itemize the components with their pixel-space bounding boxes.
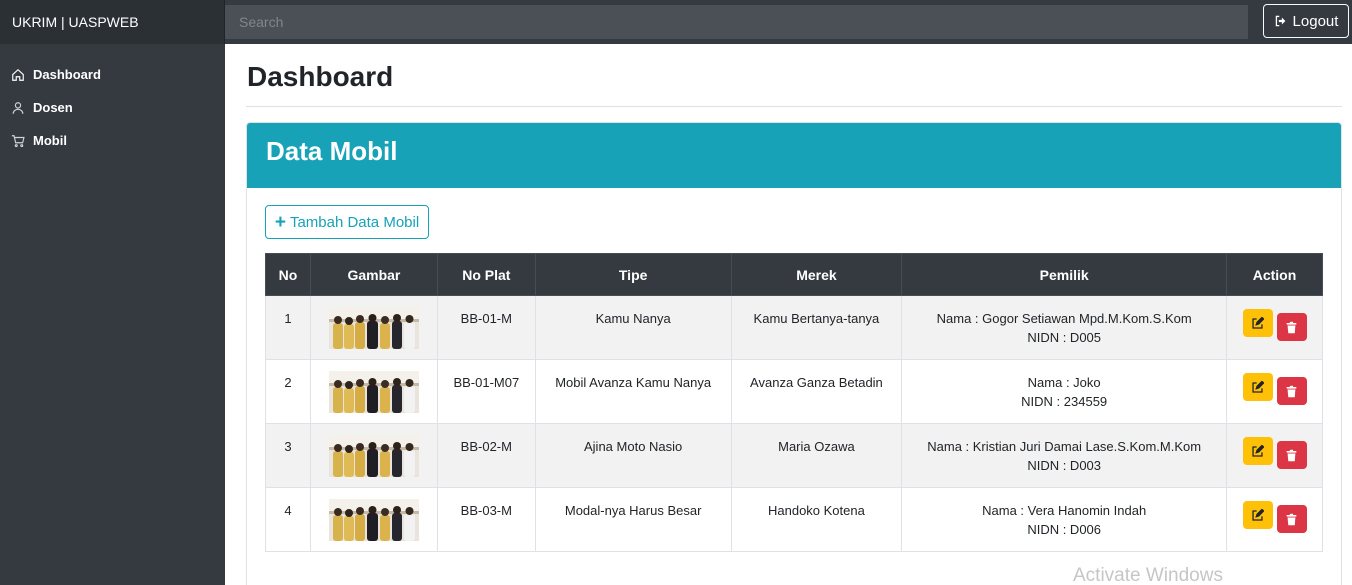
search-input[interactable]: [225, 5, 1248, 39]
cell-action: [1226, 423, 1323, 488]
cell-pemilik: Nama : Joko NIDN : 234559: [901, 359, 1227, 424]
edit-icon: [1252, 444, 1264, 457]
cell-action: [1226, 359, 1323, 424]
cell-no-plat: BB-02-M: [436, 423, 536, 488]
windows-activation-watermark: Activate Windows: [1073, 565, 1223, 585]
cart-icon: [11, 134, 25, 147]
delete-button[interactable]: [1276, 441, 1307, 469]
add-mobil-label: Tambah Data Mobil: [289, 213, 420, 231]
column-header-no-plat: No Plat: [436, 253, 536, 296]
sidebar-item-dosen[interactable]: Dosen: [0, 91, 225, 124]
user-icon: [12, 101, 24, 114]
sidebar-item-label: Dosen: [33, 100, 73, 115]
sidebar-item-label: Mobil: [33, 133, 67, 148]
column-header-merek: Merek: [730, 253, 903, 296]
sign-out-icon: [1275, 15, 1285, 27]
add-mobil-button[interactable]: + Tambah Data Mobil: [265, 205, 429, 239]
car-photo-thumbnail[interactable]: [328, 435, 419, 477]
plus-icon: +: [274, 211, 286, 233]
row-actions: [1227, 437, 1322, 469]
cell-pemilik: Nama : Vera Hanomin Indah NIDN : D006: [901, 487, 1227, 552]
trash-icon: [1286, 449, 1297, 461]
cell-no-plat: BB-01-M07: [436, 359, 536, 424]
edit-button[interactable]: [1242, 309, 1273, 337]
car-photo-thumbnail[interactable]: [328, 499, 419, 541]
mobil-table: No Gambar No Plat Tipe Merek Pemilik Act…: [265, 253, 1323, 552]
table-row: 3 BB-02-M Ajina Moto Nasio Maria Ozawa N…: [265, 423, 1323, 488]
row-actions: [1227, 309, 1322, 341]
edit-icon: [1252, 316, 1264, 329]
edit-button[interactable]: [1242, 501, 1273, 529]
pemilik-nama: Nama : Kristian Juri Damai Lase.S.Kom.M.…: [927, 439, 1202, 454]
data-card: Data Mobil + Tambah Data Mobil No Gambar…: [246, 122, 1342, 585]
cell-no-plat: BB-01-M: [436, 295, 536, 360]
pemilik-nidn: NIDN : D006: [1027, 522, 1102, 537]
trash-icon: [1286, 513, 1297, 525]
column-header-tipe: Tipe: [534, 253, 732, 296]
cell-gambar: [309, 295, 438, 360]
cell-merek: Handoko Kotena: [730, 487, 903, 552]
cell-no: 1: [265, 295, 311, 360]
column-header-pemilik: Pemilik: [901, 253, 1227, 296]
edit-icon: [1252, 380, 1264, 393]
sidebar: Dashboard Dosen Mobil: [0, 44, 225, 585]
row-actions: [1227, 501, 1322, 533]
logout-label: Logout: [1292, 12, 1339, 30]
cell-no-plat: BB-03-M: [436, 487, 536, 552]
column-header-gambar: Gambar: [309, 253, 438, 296]
cell-action: [1226, 487, 1323, 552]
cell-no: 3: [265, 423, 311, 488]
edit-icon: [1252, 508, 1264, 521]
cell-tipe: Ajina Moto Nasio: [534, 423, 732, 488]
pemilik-nama: Nama : Vera Hanomin Indah: [982, 503, 1147, 518]
cell-merek: Maria Ozawa: [730, 423, 903, 488]
cell-tipe: Kamu Nanya: [534, 295, 732, 360]
logout-button[interactable]: Logout: [1263, 4, 1349, 38]
car-photo-thumbnail[interactable]: [328, 371, 419, 413]
cell-merek: Kamu Bertanya-tanya: [730, 295, 903, 360]
pemilik-nidn: NIDN : D005: [1027, 330, 1102, 345]
cell-no: 2: [265, 359, 311, 424]
column-header-no: No: [265, 253, 311, 296]
table-row: 4 BB-03-M Modal-nya Harus Besar Handoko …: [265, 487, 1323, 552]
cell-gambar: [309, 423, 438, 488]
sidebar-item-label: Dashboard: [33, 67, 101, 82]
home-icon: [12, 68, 24, 81]
car-photo-thumbnail[interactable]: [328, 307, 419, 349]
edit-button[interactable]: [1242, 437, 1273, 465]
column-header-action: Action: [1226, 253, 1323, 296]
pemilik-nidn: NIDN : 234559: [1021, 394, 1108, 409]
cell-pemilik: Nama : Kristian Juri Damai Lase.S.Kom.M.…: [901, 423, 1227, 488]
table-row: 2 BB-01-M07 Mobil Avanza Kamu Nanya Avan…: [265, 359, 1323, 424]
table-header-row: No Gambar No Plat Tipe Merek Pemilik Act…: [265, 253, 1323, 296]
cell-no: 4: [265, 487, 311, 552]
delete-button[interactable]: [1276, 377, 1307, 405]
cell-tipe: Mobil Avanza Kamu Nanya: [534, 359, 732, 424]
cell-merek: Avanza Ganza Betadin: [730, 359, 903, 424]
card-title: Data Mobil: [247, 123, 1341, 188]
page-title: Dashboard: [246, 44, 1342, 107]
delete-button[interactable]: [1276, 313, 1307, 341]
trash-icon: [1286, 321, 1297, 333]
sidebar-item-mobil[interactable]: Mobil: [0, 124, 225, 157]
brand-name[interactable]: UKRIM | UASPWEB: [0, 0, 225, 44]
cell-gambar: [309, 359, 438, 424]
cell-pemilik: Nama : Gogor Setiawan Mpd.M.Kom.S.Kom NI…: [901, 295, 1227, 360]
cell-action: [1226, 295, 1323, 360]
edit-button[interactable]: [1242, 373, 1273, 401]
cell-tipe: Modal-nya Harus Besar: [534, 487, 732, 552]
delete-button[interactable]: [1276, 505, 1307, 533]
cell-gambar: [309, 487, 438, 552]
pemilik-nama: Nama : Gogor Setiawan Mpd.M.Kom.S.Kom: [936, 311, 1192, 326]
main-content: Dashboard Data Mobil + Tambah Data Mobil…: [246, 44, 1342, 585]
trash-icon: [1286, 385, 1297, 397]
top-navbar: UKRIM | UASPWEB Logout: [0, 0, 1352, 44]
pemilik-nama: Nama : Joko: [1027, 375, 1101, 390]
sidebar-item-dashboard[interactable]: Dashboard: [0, 58, 225, 91]
row-actions: [1227, 373, 1322, 405]
pemilik-nidn: NIDN : D003: [1027, 458, 1102, 473]
table-row: 1 BB-01-M Kamu Nanya Kamu Bertanya-tanya…: [265, 295, 1323, 360]
